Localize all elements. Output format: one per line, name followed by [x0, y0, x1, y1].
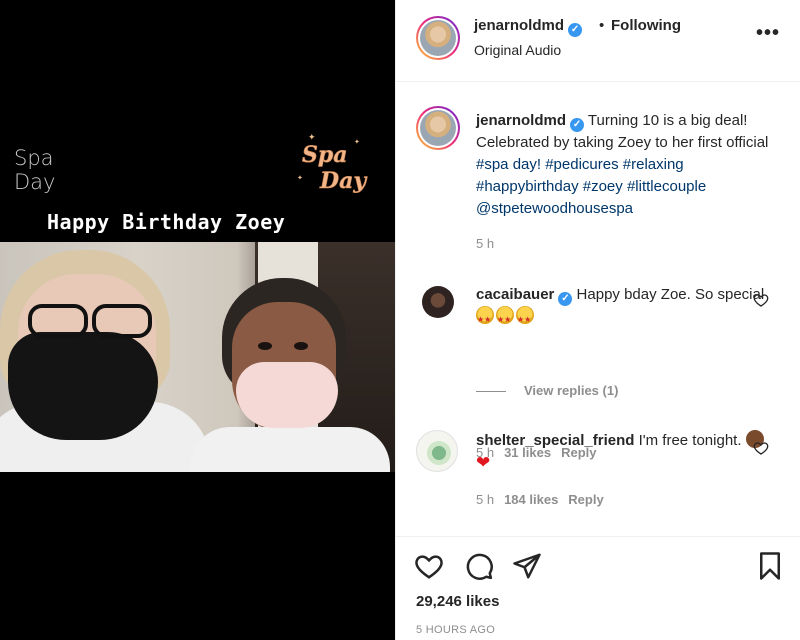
avatar[interactable]	[416, 106, 460, 150]
avatar[interactable]	[422, 286, 454, 318]
separator-dot: •	[599, 17, 605, 34]
comment-bubble-icon[interactable]	[464, 551, 494, 581]
caption-text: jenarnoldmd ✓ Turning 10 is a big deal! C…	[476, 110, 776, 220]
comment-meta: 5 h 184 likes Reply	[476, 492, 604, 507]
comment-text: shelter_special_friend I'm free tonight.…	[476, 430, 776, 474]
likes-count[interactable]: 29,246 likes	[416, 593, 499, 610]
hashtag[interactable]: #relaxing	[623, 156, 684, 173]
red-heart-icon: ❤	[476, 453, 491, 472]
star-struck-icon	[496, 306, 514, 331]
hashtag[interactable]: #zoey	[583, 178, 623, 195]
caption-username[interactable]: jenarnoldmd	[476, 112, 566, 129]
mention[interactable]: @stpetewoodhousespa	[476, 200, 633, 217]
comment-username[interactable]: shelter_special_friend	[476, 432, 634, 449]
spa-day-sticker-right: Spa Day ✦ ✦ ✦	[297, 132, 369, 194]
svg-text:✦: ✦	[308, 132, 316, 142]
star-struck-icon	[476, 306, 494, 331]
spa-day-sticker-left: Spa Day	[14, 146, 56, 194]
post-header: jenarnoldmd ✓ • Following Original Audio …	[396, 0, 800, 82]
verified-icon: ✓	[570, 118, 585, 132]
photo	[0, 242, 395, 472]
star-struck-icon	[516, 306, 534, 331]
save-bookmark-icon[interactable]	[755, 551, 785, 581]
svg-text:✦: ✦	[354, 138, 360, 146]
comment-username[interactable]: cacaibauer	[476, 286, 554, 303]
username-text[interactable]: jenarnoldmd	[474, 17, 564, 34]
comment-likes[interactable]: 184 likes	[504, 492, 558, 507]
comment-body: I'm free tonight.	[634, 432, 746, 449]
caption-time[interactable]: 5 h	[476, 236, 494, 251]
post-timestamp: 5 HOURS AGO	[416, 624, 496, 636]
comment-body: Happy bday Zoe. So special	[572, 286, 765, 303]
verified-icon: ✓	[568, 23, 583, 37]
post-panel: jenarnoldmd ✓ • Following Original Audio …	[395, 0, 800, 640]
like-comment-heart-icon[interactable]	[753, 440, 769, 456]
hashtag[interactable]: #littlecouple	[627, 178, 706, 195]
verified-icon: ✓	[558, 292, 573, 306]
reply-button[interactable]: Reply	[568, 492, 603, 507]
avatar[interactable]	[416, 16, 460, 60]
hashtag[interactable]: #happybirthday	[476, 178, 579, 195]
media-caption: Happy Birthday Zoey	[47, 210, 286, 234]
like-comment-heart-icon[interactable]	[753, 292, 769, 308]
comment-text: cacaibauer ✓ Happy bday Zoe. So special	[476, 284, 776, 331]
hashtag[interactable]: #pedicures	[545, 156, 618, 173]
avatar[interactable]	[416, 430, 458, 472]
share-paper-plane-icon[interactable]	[512, 551, 542, 581]
post-media[interactable]: Spa Day Spa Day ✦ ✦ ✦ Happy Birthday Zoey	[0, 0, 395, 640]
svg-text:Day: Day	[319, 168, 368, 194]
audio-link[interactable]: Original Audio	[474, 42, 561, 58]
following-button[interactable]: Following	[611, 17, 681, 34]
like-heart-icon[interactable]	[414, 551, 444, 581]
view-replies-button[interactable]: View replies (1)	[476, 383, 618, 398]
more-options-icon[interactable]: •••	[756, 23, 780, 43]
post-actions: 29,246 likes 5 HOURS AGO	[396, 536, 800, 640]
svg-text:Spa: Spa	[302, 142, 348, 168]
svg-text:✦: ✦	[297, 174, 303, 182]
header-username[interactable]: jenarnoldmd ✓	[474, 17, 583, 37]
hashtag[interactable]: #spa day!	[476, 156, 541, 173]
comment-time[interactable]: 5 h	[476, 492, 494, 507]
view-replies-label: View replies (1)	[524, 383, 619, 398]
